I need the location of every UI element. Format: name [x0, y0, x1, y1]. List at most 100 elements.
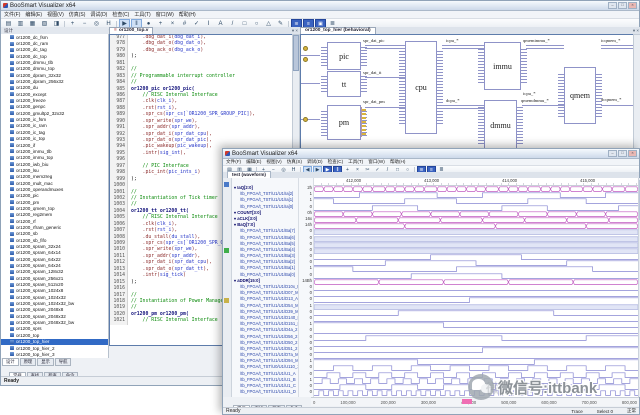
- tab-1[interactable]: 原理: [19, 358, 37, 366]
- signal-wave[interactable]: [314, 390, 638, 396]
- signal-wave[interactable]: [314, 285, 638, 291]
- signal-wave[interactable]: [314, 341, 638, 347]
- block-qmem[interactable]: qmem: [558, 67, 602, 124]
- signal-wave[interactable]: [314, 229, 638, 236]
- close-button[interactable]: ×: [628, 150, 637, 157]
- signal-wave[interactable]: [314, 304, 638, 310]
- signal-name[interactable]: /tb_FPGA/t_TST/U1/U1/D50_2: [232, 340, 298, 346]
- menu-H[interactable]: 帮助(H): [179, 11, 196, 18]
- wave-overview-ruler[interactable]: 0100,000200,000300,000400,000500,000600,…: [311, 397, 639, 406]
- menu-H[interactable]: 帮助(H): [390, 159, 406, 165]
- menu-F[interactable]: 文件(F): [226, 159, 241, 165]
- signal-name[interactable]: /tb_FPGA/t_TST/U1/U1/D4a_2: [232, 327, 298, 333]
- menu-F[interactable]: 文件(F): [4, 11, 20, 18]
- signal-wave[interactable]: [314, 316, 638, 322]
- overview-cursor[interactable]: [461, 399, 472, 404]
- menu-S[interactable]: 仿真(S): [69, 11, 86, 18]
- signal-wave[interactable]: [314, 353, 638, 359]
- tab-0[interactable]: 设计: [2, 358, 19, 366]
- editor-tab[interactable]: ≡ or1200_top.v: [109, 27, 154, 34]
- wave-plot-area[interactable]: 412,000 413,000 414,000 415,000: [314, 178, 638, 397]
- ruler-label: 415,000: [580, 178, 596, 183]
- signal-name[interactable]: /tb_FPGA/t_TST/U1/U1/U1_A: [232, 371, 298, 377]
- tree-item-label: or1200_spram_64x22: [16, 256, 61, 262]
- close-button[interactable]: ×: [628, 2, 637, 9]
- block-cpu[interactable]: cpu: [399, 41, 443, 134]
- signal-wave[interactable]: [314, 205, 638, 211]
- menu-D[interactable]: 调试(D): [90, 11, 107, 18]
- overview-label: 300,000: [420, 399, 436, 405]
- block-pm[interactable]: pm: [321, 105, 367, 140]
- wave-ruler[interactable]: 412,000 413,000 414,000 415,000: [314, 178, 638, 186]
- tab-3[interactable]: 导航: [54, 358, 72, 366]
- minimize-button[interactable]: –: [608, 150, 617, 157]
- module-icon: [10, 130, 14, 135]
- signal-name[interactable]: /tb_FPGA/t_TST/U0/U1/U110_10_2M: [232, 364, 298, 370]
- menu-E[interactable]: 编辑(E): [25, 11, 42, 18]
- signal-wave[interactable]: [314, 211, 638, 217]
- signal-name[interactable]: /tb_FPGA/t_TST/U1/U1/D13_A: [232, 296, 298, 302]
- signal-wave[interactable]: [314, 217, 638, 223]
- maximize-button[interactable]: □: [618, 2, 627, 9]
- module-icon: [10, 301, 14, 306]
- signal-wave[interactable]: [314, 248, 638, 254]
- wave-titlebar[interactable]: BooSmart Visualizer x64 – □ ×: [223, 149, 639, 159]
- signal-name[interactable]: /tb_FPGA/t_TST/U1/U1/Ba[7]: [232, 228, 298, 234]
- signal-wave[interactable]: [314, 365, 638, 372]
- menu-C[interactable]: 检查(C): [328, 159, 344, 165]
- marker-icon[interactable]: [224, 248, 229, 253]
- signal-wave[interactable]: [314, 223, 638, 229]
- bus-line: [526, 48, 564, 49]
- menu-T[interactable]: 工具(T): [134, 11, 150, 18]
- signal-name[interactable]: /tb_FPGA/t_TST/U1/U1/Ia[0]: [232, 204, 298, 210]
- signal-wave[interactable]: [314, 242, 638, 248]
- signal-name[interactable]: /tb_FPGA/t_TST/U1/U1/D54_M1_IN: [232, 303, 298, 309]
- tree-item[interactable]: or1200_top_hier_3: [1, 351, 108, 357]
- main-window-title: BooSmart Visualizer x64: [10, 2, 76, 9]
- bus-line: [442, 45, 484, 46]
- signal-name[interactable]: /tb_FPGA/t_TST/U1/U1/D56_2: [232, 334, 298, 340]
- net-label: spr_dat_pm: [363, 99, 385, 104]
- menu-E[interactable]: 编辑(E): [246, 159, 261, 165]
- maximize-button[interactable]: □: [618, 150, 627, 157]
- module-icon: [10, 288, 14, 293]
- signal-name[interactable]: /tb_FPGA/t_TST/U1/U1/U1_D: [232, 389, 298, 395]
- tree-item-label: or1200_immu_tlb: [16, 148, 52, 154]
- signal-wave[interactable]: [314, 378, 638, 384]
- screen: BooSmart Visualizer x64 – □ × 文件(F) 编辑(E)…: [0, 0, 640, 415]
- signal-wave[interactable]: [314, 236, 638, 242]
- menu-W[interactable]: 窗口(W): [368, 159, 385, 165]
- menu-T[interactable]: 工具(T): [348, 159, 363, 165]
- block-dmmu[interactable]: dmmu: [478, 100, 523, 150]
- block-tt[interactable]: tt: [321, 71, 367, 97]
- block-pic[interactable]: pic: [321, 42, 367, 70]
- menu-S[interactable]: 仿真(S): [287, 159, 302, 165]
- signal-name[interactable]: /tb_FPGA/t_TST/U1/U1/Ba[5]: [232, 241, 298, 247]
- signal-wave[interactable]: [314, 328, 638, 335]
- signal-name[interactable]: /tb_FPGA/t_TST/U1/U1/Ba[6]: [232, 235, 298, 241]
- signal-wave[interactable]: [314, 291, 638, 297]
- menu-V[interactable]: 视图(V): [266, 159, 281, 165]
- wave-tab[interactable]: test (waveform): [227, 171, 271, 178]
- signal-name[interactable]: /tb_FPGA/t_TST/U1/U1/Ba[1]: [232, 265, 298, 271]
- marker-icon[interactable]: [224, 298, 229, 303]
- menu-D[interactable]: 调试(D): [307, 159, 323, 165]
- wave-body: ▾ IaQ[2:0]/tb_FPGA/t_TST/U1/U1/Ia[2]/tb_…: [223, 178, 640, 397]
- signal-name[interactable]: /tb_FPGA/t_TST/U1/U1/Ia[1]: [232, 197, 298, 203]
- module-icon: [10, 250, 14, 255]
- module-icon: [10, 66, 14, 71]
- menu-C[interactable]: 检查(C): [112, 11, 129, 18]
- tab-2[interactable]: 显示: [37, 358, 54, 366]
- signal-wave[interactable]: [314, 198, 638, 205]
- schematic-tab[interactable]: or1200_top_hier (behavioral): [300, 27, 376, 34]
- menu-W[interactable]: 窗口(W): [156, 11, 174, 18]
- signal-wave[interactable]: [314, 279, 638, 285]
- tree-item-label: or1200_dmmu_top: [16, 66, 55, 72]
- menu-V[interactable]: 视图(V): [47, 11, 64, 18]
- marker-icon[interactable]: [224, 182, 229, 187]
- module-icon: [10, 181, 14, 186]
- signal-name[interactable]: /tb_FPGA/t_TST/U1/U1/Ba[0]: [232, 272, 298, 278]
- block-immu[interactable]: immu: [478, 42, 527, 90]
- main-titlebar[interactable]: BooSmart Visualizer x64 – □ ×: [1, 1, 639, 11]
- minimize-button[interactable]: –: [608, 2, 617, 9]
